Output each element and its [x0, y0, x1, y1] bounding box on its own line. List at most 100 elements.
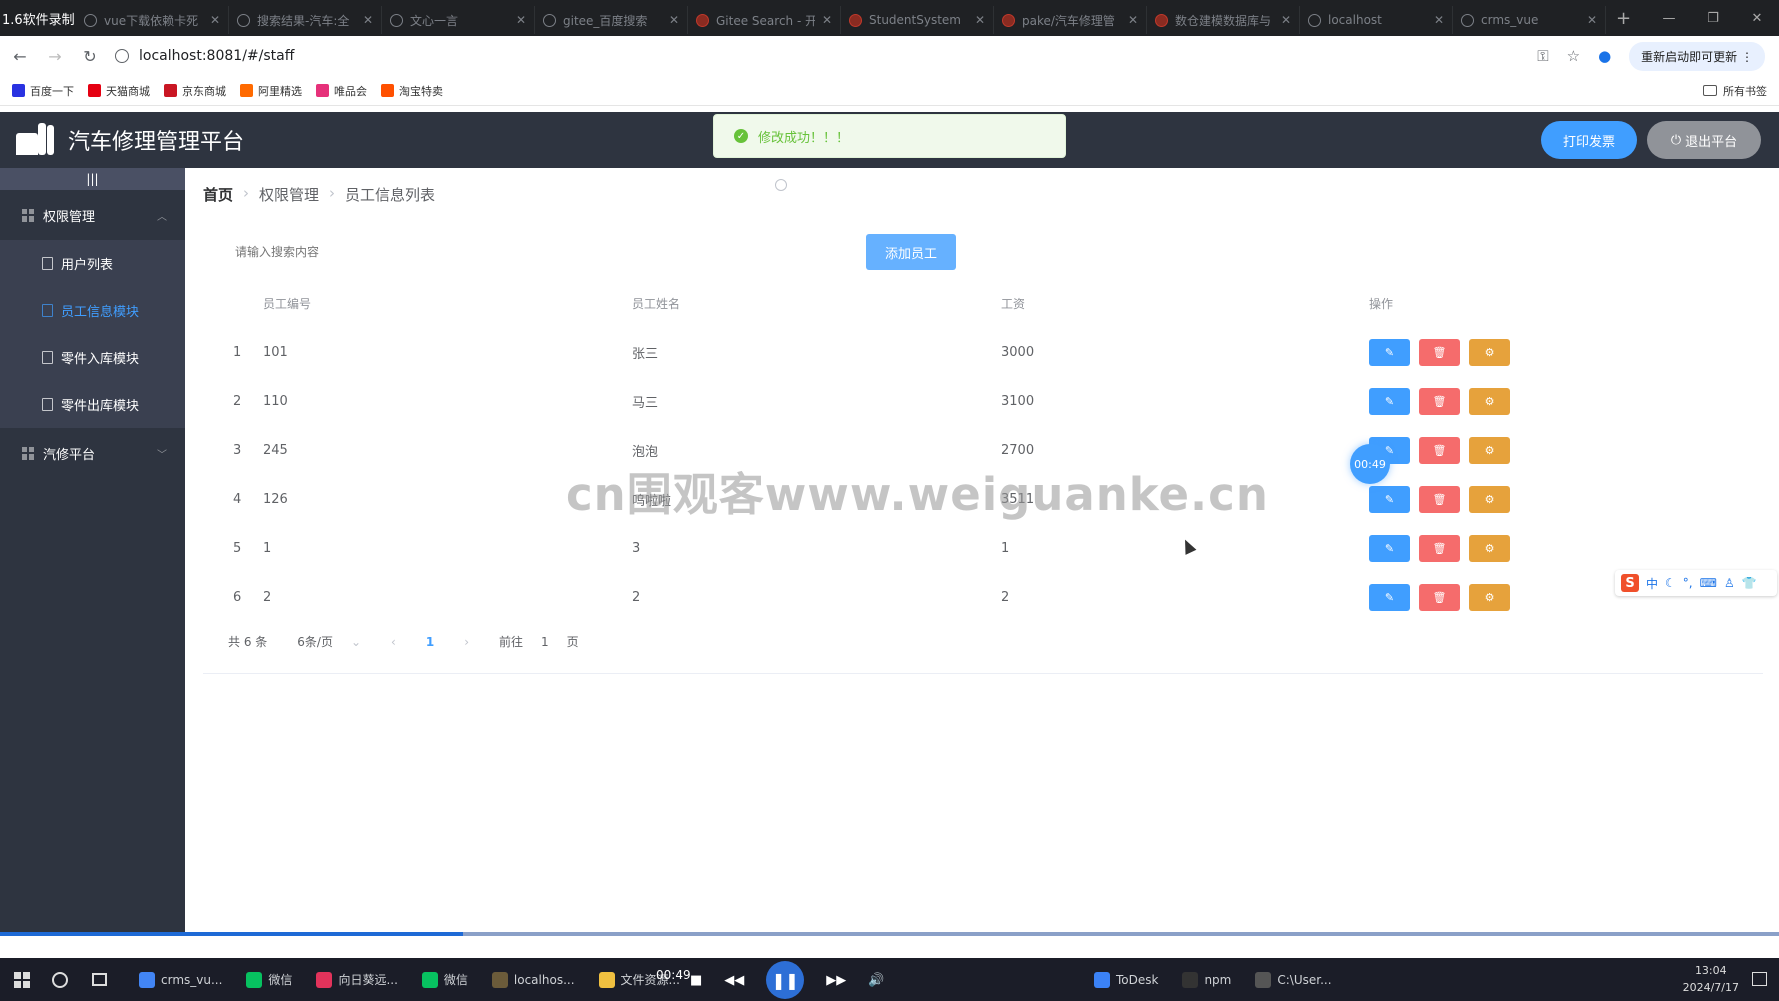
minimize-icon[interactable]: — [1647, 11, 1691, 26]
goto-page-input[interactable]: 1 [541, 635, 549, 649]
menu-group-repair-platform[interactable]: 汽修平台 ﹀ [0, 428, 185, 478]
settings-button[interactable]: ⚙ [1469, 388, 1510, 415]
bookmark-item[interactable]: 唯品会 [316, 83, 367, 99]
close-tab-icon[interactable]: ✕ [669, 13, 679, 27]
browser-tab[interactable]: 文心一言 ✕ [382, 6, 535, 34]
close-tab-icon[interactable]: ✕ [363, 13, 373, 27]
settings-button[interactable]: ⚙ [1469, 437, 1510, 464]
notification-icon[interactable] [1752, 972, 1767, 986]
reload-icon[interactable]: ↻ [75, 47, 105, 66]
close-tab-icon[interactable]: ✕ [975, 13, 985, 27]
browser-tab[interactable]: StudentSystem ✕ [841, 6, 994, 34]
fast-forward-icon[interactable]: ▶▶ [826, 973, 846, 988]
print-invoice-button[interactable]: 打印发票 [1541, 121, 1637, 159]
settings-button[interactable]: ⚙ [1469, 339, 1510, 366]
site-info-icon[interactable] [115, 49, 129, 63]
all-bookmarks[interactable]: 所有书签 [1703, 83, 1767, 99]
bookmark-item[interactable]: 京东商城 [164, 83, 226, 99]
edit-button[interactable]: ✎ [1369, 584, 1410, 611]
breadcrumb-home[interactable]: 首页 [203, 184, 233, 205]
sidebar-collapse-toggle[interactable]: ||| [0, 168, 185, 190]
close-tab-icon[interactable]: ✕ [822, 13, 832, 27]
taskbar-app[interactable]: 微信 [234, 958, 304, 1001]
browser-tab[interactable]: localhost ✕ [1300, 6, 1453, 34]
edit-button[interactable]: ✎ [1369, 339, 1410, 366]
user-icon[interactable]: ♙ [1724, 576, 1735, 590]
browser-tab[interactable]: gitee_百度搜索 ✕ [535, 6, 688, 34]
taskbar-app[interactable]: crms_vu... [127, 958, 234, 1001]
taskbar-app[interactable]: 向日葵远... [304, 958, 409, 1001]
bookmark-item[interactable]: 百度一下 [12, 83, 74, 99]
browser-tab[interactable]: 数仓建模数据库与 ✕ [1147, 6, 1300, 34]
delete-button[interactable]: 🗑 [1419, 339, 1460, 366]
delete-button[interactable]: 🗑 [1419, 584, 1460, 611]
task-view-icon[interactable] [92, 973, 107, 986]
star-icon[interactable]: ☆ [1567, 47, 1580, 65]
browser-tab[interactable]: crms_vue ✕ [1453, 6, 1606, 34]
close-tab-icon[interactable]: ✕ [210, 13, 220, 27]
close-tab-icon[interactable]: ✕ [516, 13, 526, 27]
rewind-icon[interactable]: ◀◀ [724, 973, 744, 988]
page-number[interactable]: 1 [426, 635, 434, 649]
edit-button[interactable]: ✎ [1369, 486, 1410, 513]
settings-button[interactable]: ⚙ [1469, 486, 1510, 513]
taskbar-app[interactable]: ToDesk [1082, 958, 1170, 1001]
prev-page-icon[interactable]: ‹ [391, 635, 396, 649]
page-size-select[interactable]: 6条/页 [297, 633, 333, 650]
browser-tab[interactable]: pake/汽车修理管 ✕ [994, 6, 1147, 34]
settings-button[interactable]: ⚙ [1469, 584, 1510, 611]
browser-tab[interactable]: Gitee Search - 开 ✕ [688, 6, 841, 34]
profile-icon[interactable]: ● [1598, 47, 1611, 65]
pause-icon[interactable]: ❚❚ [766, 961, 805, 999]
delete-button[interactable]: 🗑 [1419, 486, 1460, 513]
browser-tab[interactable]: vue下载依赖卡死 ✕ [76, 6, 229, 34]
edit-button[interactable]: ✎ [1369, 535, 1410, 562]
menu-group-permissions[interactable]: 权限管理 ︿ [0, 190, 185, 240]
search-icon[interactable] [775, 179, 787, 191]
moon-icon[interactable]: ☾ [1665, 576, 1676, 590]
exit-platform-button[interactable]: ⏻ 退出平台 [1647, 121, 1761, 159]
forward-icon[interactable]: → [40, 47, 70, 66]
taskbar-app[interactable]: C:\User... [1243, 958, 1343, 1001]
delete-button[interactable]: 🗑 [1419, 388, 1460, 415]
taskbar-app[interactable]: npm [1170, 958, 1243, 1001]
close-tab-icon[interactable]: ✕ [1128, 13, 1138, 27]
close-window-icon[interactable]: ✕ [1735, 11, 1779, 26]
delete-button[interactable]: 🗑 [1419, 437, 1460, 464]
new-tab-button[interactable]: + [1606, 8, 1641, 29]
settings-button[interactable]: ⚙ [1469, 535, 1510, 562]
punctuation-icon[interactable]: °, [1683, 576, 1693, 590]
edit-button[interactable]: ✎ [1369, 388, 1410, 415]
taskbar-app[interactable]: localhos... [480, 958, 587, 1001]
next-page-icon[interactable]: › [464, 635, 469, 649]
close-tab-icon[interactable]: ✕ [1281, 13, 1291, 27]
sidebar-item-user-list[interactable]: 用户列表 [0, 240, 185, 287]
keyboard-icon[interactable]: ⌨ [1700, 576, 1717, 590]
stop-icon[interactable]: ■ [690, 973, 702, 988]
delete-button[interactable]: 🗑 [1419, 535, 1460, 562]
taskbar-app[interactable]: 微信 [410, 958, 480, 1001]
windows-start-icon[interactable] [14, 971, 30, 988]
bookmark-item[interactable]: 淘宝特卖 [381, 83, 443, 99]
shirt-icon[interactable]: 👕 [1742, 576, 1757, 590]
browser-tab[interactable]: 搜索结果-汽车:全 ✕ [229, 6, 382, 34]
key-icon[interactable]: ⚿ [1537, 47, 1548, 65]
back-icon[interactable]: ← [5, 47, 35, 66]
video-progress-track[interactable] [0, 932, 1779, 936]
search-input[interactable] [221, 234, 441, 270]
sidebar-item-staff-info[interactable]: 员工信息模块 [0, 287, 185, 334]
ime-mode[interactable]: 中 [1646, 575, 1658, 592]
maximize-icon[interactable]: ❐ [1691, 11, 1735, 26]
sidebar-item-parts-inbound[interactable]: 零件入库模块 [0, 334, 185, 381]
volume-icon[interactable]: 🔊 [868, 973, 884, 988]
bookmark-item[interactable]: 天猫商城 [88, 83, 150, 99]
ime-toolbar[interactable]: S 中 ☾ °, ⌨ ♙ 👕 [1615, 570, 1777, 596]
close-tab-icon[interactable]: ✕ [1587, 13, 1597, 27]
bookmark-item[interactable]: 阿里精选 [240, 83, 302, 99]
taskbar-search-icon[interactable] [52, 971, 68, 988]
address-bar[interactable]: localhost:8081/#/staff [115, 48, 1537, 64]
add-staff-button[interactable]: 添加员工 [866, 234, 956, 270]
sidebar-item-parts-outbound[interactable]: 零件出库模块 [0, 381, 185, 428]
close-tab-icon[interactable]: ✕ [1434, 13, 1444, 27]
update-button[interactable]: 重新启动即可更新 ⋮ [1629, 41, 1765, 71]
